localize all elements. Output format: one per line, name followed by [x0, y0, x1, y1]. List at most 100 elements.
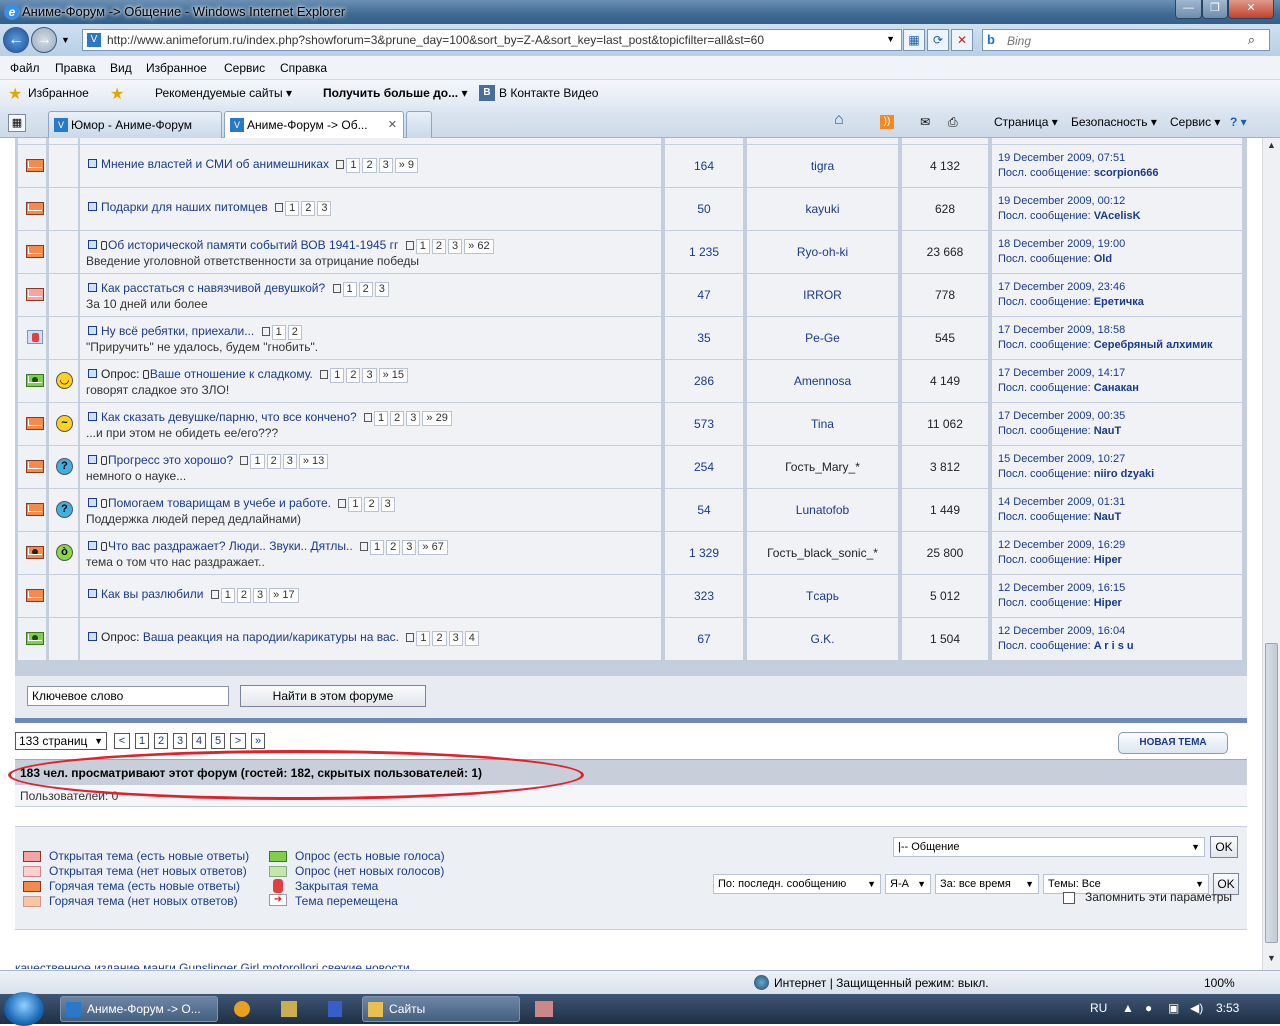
language-indicator[interactable]: RU [1090, 1001, 1107, 1015]
topic-page-link[interactable]: 2 [358, 282, 373, 297]
network-icon[interactable]: ▣ [1168, 1001, 1179, 1015]
topic-title-link[interactable]: Помогаем товарищам в учебе и работе. [108, 496, 331, 510]
topic-title-link[interactable]: Подарки для наших питомцев [101, 200, 268, 214]
topic-title-link[interactable]: Как расстаться с навязчивой девушкой? [101, 281, 325, 295]
page-5-button[interactable]: 5 [211, 733, 225, 749]
last-post-date[interactable]: 18 December 2009, 19:00 [998, 238, 1125, 250]
last-post-date[interactable]: 19 December 2009, 00:12 [998, 195, 1125, 207]
menu-favorites[interactable]: Избранное [146, 61, 207, 75]
replies-count[interactable]: 1 235 [665, 231, 745, 273]
topic-author-link[interactable]: Tсарь [747, 575, 900, 617]
page-2-button[interactable]: 2 [154, 733, 168, 749]
replies-count[interactable]: 50 [665, 188, 745, 230]
topic-author-link[interactable]: Tina [747, 403, 900, 445]
app-icon[interactable] [535, 1001, 553, 1017]
help-menu[interactable]: ? ▾ [1230, 115, 1247, 129]
page-1-button[interactable]: 1 [135, 733, 149, 749]
last-poster-link[interactable]: Серебряный алхимик [1094, 339, 1213, 351]
topic-page-link[interactable]: 3 [282, 454, 297, 469]
replies-count[interactable]: 35 [665, 317, 745, 359]
topic-page-link[interactable]: 1 [416, 631, 431, 646]
search-icon[interactable]: ⌕ [1248, 32, 1255, 48]
topic-page-link[interactable]: » 17 [269, 588, 299, 603]
address-dropdown-icon[interactable]: ▼ [886, 34, 895, 44]
topic-page-link[interactable]: 1 [370, 540, 385, 555]
topic-author-link[interactable]: tigra [747, 145, 900, 187]
page-menu[interactable]: Страница ▾ [994, 115, 1058, 129]
replies-count[interactable]: 323 [665, 575, 745, 617]
last-post-date[interactable]: 17 December 2009, 18:58 [998, 324, 1125, 336]
keyword-input[interactable]: Ключевое слово [27, 686, 229, 706]
topic-title-link[interactable]: Ваше отношение к сладкому. [150, 367, 313, 381]
quick-tabs-icon[interactable]: ▦ [8, 114, 26, 132]
topic-page-link[interactable]: 2 [432, 631, 447, 646]
replies-count[interactable]: 573 [665, 403, 745, 445]
topic-page-link[interactable]: 3 [362, 368, 377, 383]
address-bar[interactable]: V http://www.animeforum.ru/index.php?sho… [82, 29, 902, 51]
topic-page-link[interactable]: » 67 [418, 540, 448, 555]
topic-page-link[interactable]: 2 [266, 454, 281, 469]
forum-jump-ok-button[interactable]: OK [1210, 836, 1238, 858]
topic-title-link[interactable]: Об исторической памяти событий ВОВ 1941-… [108, 238, 398, 252]
last-post-date[interactable]: 12 December 2009, 16:04 [998, 625, 1125, 637]
replies-count[interactable]: 286 [665, 360, 745, 402]
topic-page-link[interactable]: » 62 [464, 239, 494, 254]
last-poster-link[interactable]: NauT [1094, 511, 1122, 523]
search-box[interactable]: b Bing ⌕ [982, 29, 1270, 51]
menu-tools[interactable]: Сервис [224, 61, 265, 75]
topic-page-link[interactable]: » 9 [394, 158, 418, 173]
app-icon[interactable] [234, 1001, 250, 1017]
topic-page-link[interactable]: 3 [374, 282, 389, 297]
sort-key-select[interactable]: По: последн. сообщению ▼ [713, 874, 881, 894]
topic-page-link[interactable]: 3 [253, 588, 268, 603]
last-post-date[interactable]: 17 December 2009, 23:46 [998, 281, 1125, 293]
topic-author-link[interactable]: Гость_black_sonic_* [747, 532, 900, 574]
refresh-button[interactable]: ⟳ [927, 29, 949, 51]
last-poster-link[interactable]: Hiper [1094, 554, 1122, 566]
new-topic-button[interactable]: НОВАЯ ТЕМА [1118, 732, 1228, 754]
topic-author-link[interactable]: kayuki [747, 188, 900, 230]
topic-page-link[interactable]: 1 [330, 368, 345, 383]
history-dropdown-icon[interactable]: ▼ [61, 35, 70, 45]
remember-checkbox[interactable] [1063, 891, 1075, 904]
topic-title-link[interactable]: Ваша реакция на пародии/карикатуры на ва… [143, 630, 399, 644]
sort-order-select[interactable]: Я-А ▼ [885, 874, 931, 894]
pages-select[interactable]: 133 страниц ▼ [15, 732, 107, 750]
topic-page-link[interactable]: 3 [406, 411, 421, 426]
app-icon[interactable] [328, 1001, 342, 1017]
topic-page-link[interactable]: 1 [250, 454, 265, 469]
topic-page-link[interactable]: 2 [301, 201, 316, 216]
topic-author-link[interactable]: IRROR [747, 274, 900, 316]
last-post-date[interactable]: 17 December 2009, 14:17 [998, 367, 1125, 379]
topic-page-link[interactable]: 3 [448, 239, 463, 254]
minimize-button[interactable]: — [1175, 0, 1202, 19]
topic-page-link[interactable]: » 13 [298, 454, 329, 469]
last-poster-link[interactable]: scorpion666 [1094, 167, 1159, 179]
security-menu[interactable]: Безопасность ▾ [1071, 115, 1157, 129]
last-poster-link[interactable]: NauT [1094, 425, 1122, 437]
vk-link[interactable]: В Контакте Видео [499, 86, 598, 100]
forum-jump-select[interactable]: |-- Общение ▼ [893, 837, 1205, 857]
last-poster-link[interactable]: A r i s u [1094, 640, 1134, 652]
last-poster-link[interactable]: Hiper [1094, 597, 1122, 609]
rss-icon[interactable]: )) [880, 115, 894, 129]
search-input[interactable]: Bing [1007, 34, 1031, 48]
tools-menu[interactable]: Сервис ▾ [1170, 115, 1220, 129]
last-poster-link[interactable]: Санакан [1094, 382, 1139, 394]
topic-page-link[interactable]: 1 [342, 282, 357, 297]
topic-page-link[interactable]: 3 [402, 540, 417, 555]
last-post-date[interactable]: 19 December 2009, 07:51 [998, 152, 1125, 164]
topic-page-link[interactable]: 2 [390, 411, 405, 426]
last-poster-link[interactable]: VAcelisK [1094, 210, 1141, 222]
topic-title-link[interactable]: Ну всё ребятки, приехали... [101, 324, 254, 338]
topic-page-link[interactable]: 4 [464, 631, 479, 646]
close-tab-icon[interactable]: ✕ [388, 118, 397, 131]
topic-page-link[interactable]: 2 [386, 540, 401, 555]
last-post-date[interactable]: 14 December 2009, 01:31 [998, 496, 1125, 508]
scroll-down-icon[interactable]: ▼ [1265, 953, 1278, 967]
page-3-button[interactable]: 3 [173, 733, 187, 749]
maximize-button[interactable]: ❐ [1202, 0, 1228, 19]
last-post-date[interactable]: 12 December 2009, 16:29 [998, 539, 1125, 551]
back-button[interactable]: ← [3, 27, 29, 53]
app-icon[interactable] [281, 1001, 297, 1017]
